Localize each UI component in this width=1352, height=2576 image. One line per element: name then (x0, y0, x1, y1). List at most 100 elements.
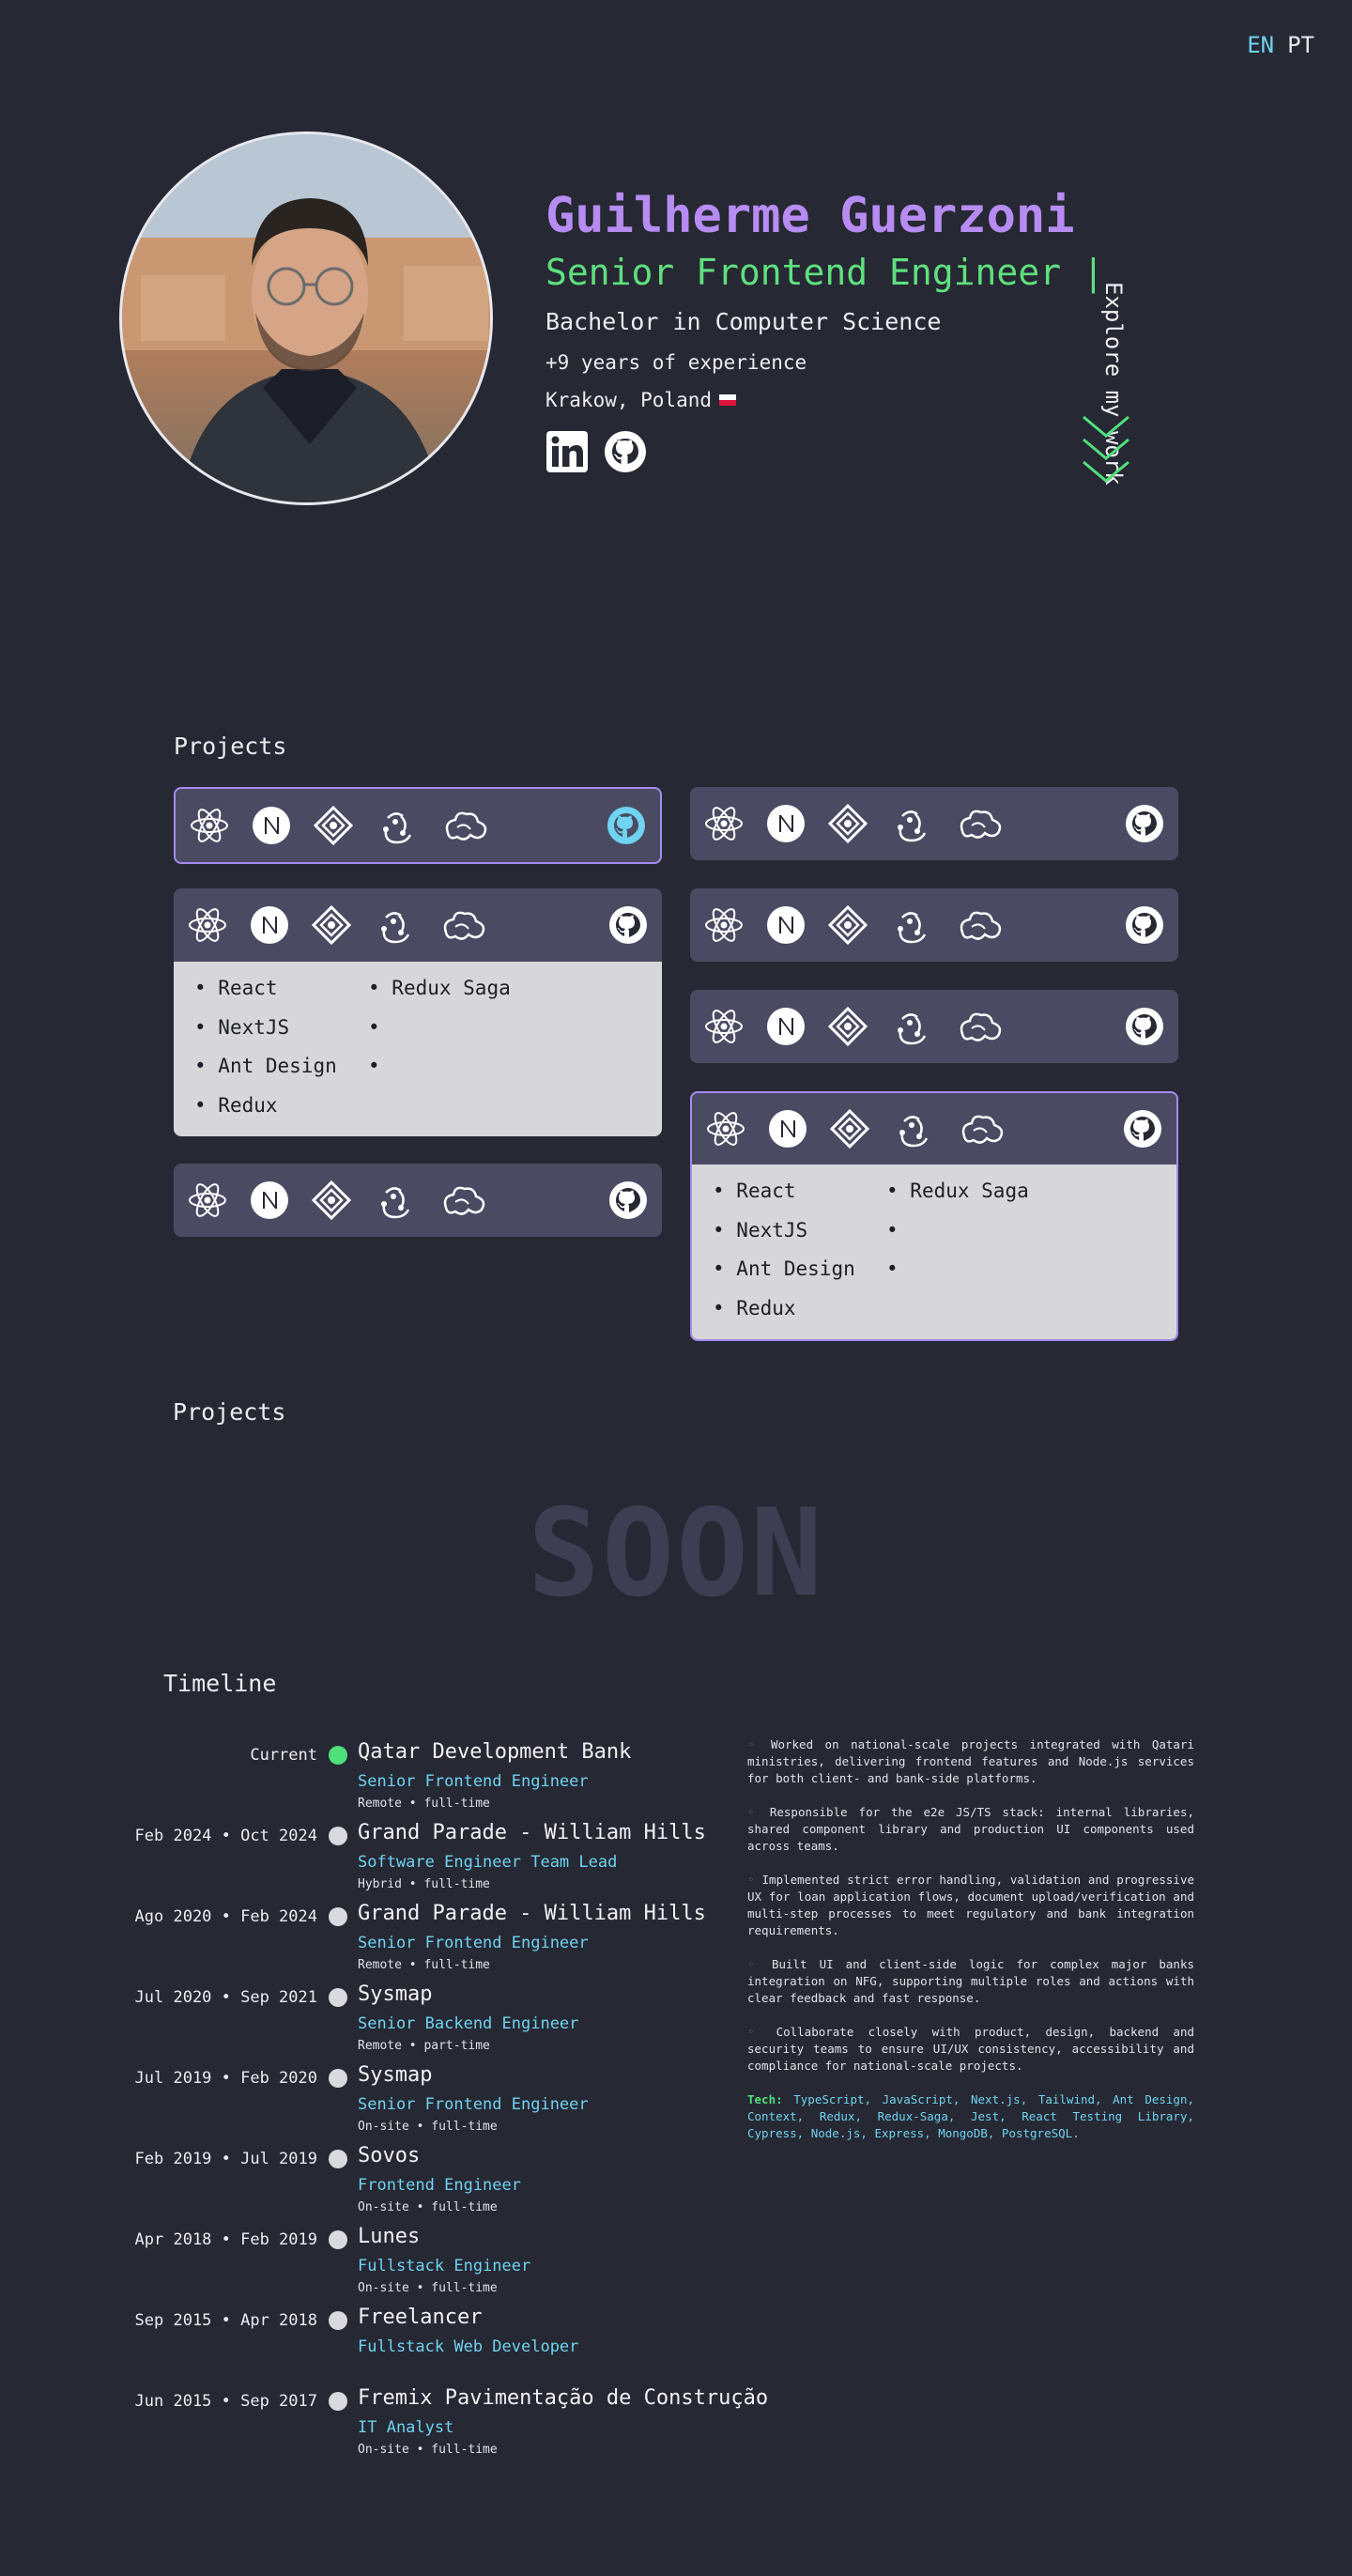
github-icon[interactable] (1124, 803, 1165, 844)
react-icon (703, 1006, 745, 1047)
timeline-date: Apr 2018 • Feb 2019 (134, 2230, 317, 2249)
timeline-mode: On-site • full-time (358, 2200, 498, 2214)
timeline-company: Fremix Pavimentação de Construção (358, 2386, 769, 2410)
lang-en-button[interactable]: EN (1247, 32, 1274, 58)
timeline-position: Frontend Engineer (358, 2176, 521, 2195)
timeline-item[interactable]: Feb 2019 • Jul 2019 Sovos Frontend Engin… (0, 2142, 751, 2217)
github-icon[interactable] (607, 1180, 649, 1221)
timeline-item[interactable]: Jun 2015 • Sep 2017 Fremix Pavimentação … (0, 2384, 769, 2460)
ant-design-icon (829, 1108, 870, 1149)
detail-paragraph: ◦ Responsible for the e2e JS/TS stack: i… (747, 1805, 1195, 1853)
react-icon (703, 803, 745, 844)
redux-saga-icon (435, 1180, 491, 1221)
detail-paragraph: ◦ Built UI and client-side logic for com… (747, 1957, 1194, 2005)
project-card-tech-bar (690, 990, 1178, 1063)
timeline-item[interactable]: Current Qatar Development Bank Senior Fr… (0, 1738, 751, 1813)
project-card[interactable]: React Redux Saga NextJS Ant Design Redux (690, 1091, 1178, 1341)
timeline-item[interactable]: Ago 2020 • Feb 2024 Grand Parade - Willi… (0, 1900, 751, 1975)
profile-location: Krakow, Poland (545, 389, 737, 411)
timeline-position: Fullstack Web Developer (358, 2337, 579, 2356)
timeline-company: Sovos (358, 2144, 421, 2167)
ant-design-icon (827, 904, 868, 946)
bullet-icon: ◦ (747, 1737, 771, 1751)
chevron-down-icon[interactable] (1080, 413, 1132, 490)
timeline-date: Jul 2020 • Sep 2021 (134, 1988, 317, 2007)
github-icon[interactable] (606, 805, 647, 846)
react-icon (187, 1180, 228, 1221)
timeline-position: Senior Backend Engineer (358, 2014, 579, 2033)
redux-saga-icon (953, 1108, 1009, 1149)
timeline-item[interactable]: Feb 2024 • Oct 2024 Grand Parade - Willi… (0, 1819, 751, 1894)
redux-icon (375, 805, 416, 846)
project-card[interactable] (174, 787, 662, 864)
timeline-item[interactable]: Sep 2015 • Apr 2018 Freelancer Fullstack… (0, 2304, 751, 2379)
timeline-dot (329, 2392, 347, 2411)
stack-item: Ant Design (713, 1257, 886, 1288)
redux-icon (889, 803, 930, 844)
timeline-dot (329, 1907, 347, 1926)
timeline-company: Sysmap (358, 1982, 433, 2006)
project-card[interactable] (690, 990, 1178, 1063)
project-card[interactable] (690, 787, 1178, 860)
project-card-tech-bar (690, 787, 1178, 860)
timeline-dot (329, 2150, 347, 2168)
stack-item: NextJS (713, 1219, 886, 1249)
bullet-icon: ◦ (747, 2025, 776, 2039)
timeline-position: Senior Frontend Engineer (358, 2095, 589, 2114)
redux-saga-icon (951, 904, 1007, 946)
timeline-company: Grand Parade - William Hills (358, 1902, 706, 1925)
react-icon (705, 1108, 746, 1149)
timeline-date: Ago 2020 • Feb 2024 (134, 1907, 317, 1926)
github-icon[interactable] (607, 904, 649, 946)
github-icon[interactable] (1124, 904, 1165, 946)
timeline-dot-current (329, 1746, 347, 1765)
stack-item: React (713, 1180, 886, 1210)
language-switch: EN PT (1247, 32, 1314, 58)
social-links (545, 430, 647, 473)
project-card[interactable]: React Redux Saga NextJS Ant Design Redux (174, 888, 662, 1136)
bullet-icon: ◦ (747, 1873, 762, 1887)
explore-my-work-link[interactable]: Explore my work (1093, 282, 1127, 535)
project-card-tech-bar (174, 1164, 662, 1237)
timeline-dot (329, 2069, 347, 2088)
redux-saga-icon (437, 805, 493, 846)
stack-item: Redux Saga (886, 1180, 1158, 1210)
redux-saga-icon (951, 1006, 1007, 1047)
redux-icon (373, 1180, 414, 1221)
stack-item: NextJS (194, 1016, 368, 1046)
stack-item: Redux Saga (368, 977, 643, 1007)
timeline-item[interactable]: Jul 2019 • Feb 2020 Sysmap Senior Fronte… (0, 2061, 751, 2136)
timeline-item[interactable]: Jul 2020 • Sep 2021 Sysmap Senior Backen… (0, 1981, 751, 2056)
timeline-dot (329, 1988, 347, 2007)
project-stack-list: React Redux Saga NextJS Ant Design Redux (174, 962, 662, 1136)
ant-design-icon (311, 904, 352, 946)
github-icon[interactable] (1124, 1006, 1165, 1047)
project-card-tech-bar (692, 1093, 1176, 1165)
lang-pt-button[interactable]: PT (1287, 32, 1314, 58)
timeline-date: Jul 2019 • Feb 2020 (134, 2069, 317, 2088)
nextjs-icon (765, 803, 807, 844)
project-card[interactable] (690, 888, 1178, 962)
tech-values: TypeScript, JavaScript, Next.js, Tailwin… (747, 2092, 1194, 2140)
location-text: Krakow, Poland (545, 389, 713, 411)
timeline-mode: Remote • part-time (358, 2039, 490, 2053)
profile-degree: Bachelor in Computer Science (545, 308, 942, 335)
projects-heading: Projects (174, 733, 287, 760)
github-icon[interactable] (1122, 1108, 1163, 1149)
timeline-mode: Remote • full-time (358, 1797, 490, 1811)
timeline-position: Senior Frontend Engineer (358, 1772, 589, 1791)
timeline-position: Senior Frontend Engineer (358, 1934, 589, 1952)
tech-list: Tech: TypeScript, JavaScript, Next.js, T… (747, 2091, 1194, 2142)
profile-name: Guilherme Guerzoni (545, 188, 1075, 244)
linkedin-icon[interactable] (545, 430, 589, 473)
project-card[interactable] (174, 1164, 662, 1237)
timeline-date: Sep 2015 • Apr 2018 (134, 2311, 317, 2330)
timeline-company: Grand Parade - William Hills (358, 1821, 706, 1844)
stack-item: Redux (713, 1297, 886, 1327)
github-icon[interactable] (604, 430, 647, 473)
timeline-position: IT Analyst (358, 2418, 454, 2437)
timeline-item[interactable]: Apr 2018 • Feb 2019 Lunes Fullstack Engi… (0, 2223, 751, 2298)
stack-item: Redux (194, 1094, 368, 1124)
timeline-details: ◦ Worked on national-scale projects inte… (747, 1736, 1194, 2159)
timeline-dot (329, 2230, 347, 2249)
